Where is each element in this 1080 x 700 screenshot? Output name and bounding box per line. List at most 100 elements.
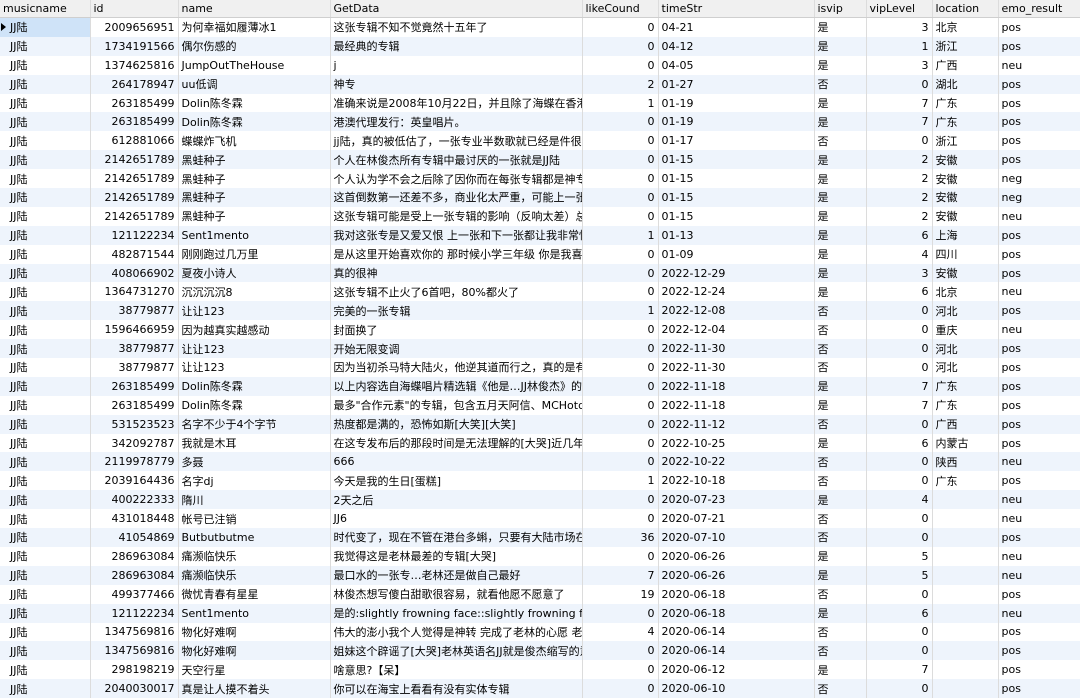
cell-viplevel[interactable]: 0 <box>866 679 933 699</box>
cell-musicname[interactable]: JJ陆 <box>0 301 91 321</box>
cell-isvip[interactable]: 是 <box>814 17 867 37</box>
cell-viplevel[interactable]: 0 <box>866 509 933 529</box>
cell-location[interactable]: 陕西 <box>932 452 999 472</box>
cell-name[interactable]: 痛濒临快乐 <box>178 546 331 566</box>
cell-likecound[interactable]: 0 <box>582 36 659 56</box>
cell-id[interactable]: 121122234 <box>90 603 179 623</box>
column-header-likecound[interactable]: likeCound <box>582 0 659 18</box>
cell-musicname[interactable]: JJ陆 <box>0 358 91 377</box>
cell-location[interactable]: 安徽 <box>932 188 999 207</box>
cell-musicname[interactable]: JJ陆 <box>0 93 91 113</box>
cell-timestr[interactable]: 2022-10-22 <box>658 452 815 472</box>
cell-location[interactable] <box>932 565 999 585</box>
cell-viplevel[interactable]: 0 <box>866 320 933 340</box>
cell-timestr[interactable]: 2020-06-14 <box>658 641 815 661</box>
cell-location[interactable]: 内蒙古 <box>932 433 999 453</box>
cell-viplevel[interactable]: 2 <box>866 188 933 207</box>
cell-emo-result[interactable]: neg <box>998 169 1080 189</box>
cell-id[interactable]: 298198219 <box>90 660 179 680</box>
cell-musicname[interactable]: JJ陆 <box>0 244 91 264</box>
cell-viplevel[interactable]: 5 <box>866 546 933 566</box>
cell-viplevel[interactable]: 7 <box>866 112 933 132</box>
cell-isvip[interactable]: 是 <box>814 376 867 396</box>
data-grid[interactable]: musicname id name GetData likeCound time… <box>0 0 1080 700</box>
cell-id[interactable]: 342092787 <box>90 433 179 453</box>
cell-likecound[interactable]: 4 <box>582 622 659 642</box>
cell-viplevel[interactable]: 4 <box>866 490 933 510</box>
cell-likecound[interactable]: 0 <box>582 603 659 623</box>
cell-likecound[interactable]: 0 <box>582 206 659 226</box>
cell-emo-result[interactable]: neu <box>998 282 1080 302</box>
cell-isvip[interactable]: 是 <box>814 244 867 264</box>
cell-id[interactable]: 264178947 <box>90 74 179 94</box>
cell-likecound[interactable]: 1 <box>582 93 659 113</box>
cell-likecound[interactable]: 0 <box>582 395 659 415</box>
cell-id[interactable]: 1364731270 <box>90 282 179 302</box>
cell-id[interactable]: 1596466959 <box>90 320 179 340</box>
cell-musicname[interactable]: JJ陆 <box>0 395 91 415</box>
cell-id[interactable]: 38779877 <box>90 339 179 359</box>
cell-musicname[interactable]: JJ陆 <box>0 188 91 207</box>
cell-musicname[interactable]: JJ陆 <box>0 414 91 434</box>
cell-getdata[interactable]: 最多"合作元素"的专辑，包含五月天阿信、MCHotdog <box>330 395 583 415</box>
cell-location[interactable]: 浙江 <box>932 131 999 151</box>
column-header-isvip[interactable]: isvip <box>814 0 867 18</box>
cell-isvip[interactable]: 否 <box>814 528 867 547</box>
table-row[interactable]: JJ陆 1596466959 因为越真实越感动 封面换了 0 2022-12-04 否 0 重庆… <box>0 320 1080 340</box>
cell-isvip[interactable]: 是 <box>814 546 867 566</box>
cell-musicname[interactable]: JJ陆 <box>0 282 91 302</box>
cell-emo-result[interactable]: pos <box>998 584 1080 604</box>
cell-emo-result[interactable]: pos <box>998 679 1080 699</box>
cell-viplevel[interactable]: 6 <box>866 225 933 245</box>
cell-getdata[interactable]: 666 <box>330 452 583 472</box>
cell-id[interactable]: 2142651789 <box>90 188 179 207</box>
table-row[interactable]: JJ陆 121122234 Sent1mento 我对这张专是又爱又恨 上一张和下一张… <box>0 225 1080 245</box>
cell-isvip[interactable]: 是 <box>814 282 867 302</box>
cell-name[interactable]: 让让123 <box>178 301 331 321</box>
cell-likecound[interactable]: 0 <box>582 188 659 207</box>
cell-name[interactable]: 刚刚跑过几万里 <box>178 244 331 264</box>
cell-timestr[interactable]: 01-27 <box>658 74 815 94</box>
cell-timestr[interactable]: 01-15 <box>658 188 815 207</box>
cell-musicname[interactable]: JJ陆 <box>0 74 91 94</box>
cell-viplevel[interactable]: 0 <box>866 131 933 151</box>
cell-name[interactable]: 偶尔伤感的 <box>178 36 331 56</box>
cell-isvip[interactable]: 是 <box>814 263 867 283</box>
table-row[interactable]: JJ陆 2009656951 为何幸福如履薄冰1 这张专辑不知不觉竟然十五年了 0 04-… <box>0 17 1080 37</box>
table-row[interactable]: JJ陆 2142651789 黑蛙种子 个人在林俊杰所有专辑中最讨厌的一张就是JJ陆 0… <box>0 150 1080 170</box>
cell-likecound[interactable]: 0 <box>582 339 659 359</box>
cell-location[interactable]: 北京 <box>932 282 999 302</box>
cell-id[interactable]: 2009656951 <box>90 17 179 37</box>
cell-likecound[interactable]: 0 <box>582 169 659 189</box>
cell-isvip[interactable]: 是 <box>814 490 867 510</box>
cell-likecound[interactable]: 0 <box>582 282 659 302</box>
cell-viplevel[interactable]: 3 <box>866 17 933 37</box>
cell-getdata[interactable]: JJ6 <box>330 509 583 529</box>
cell-timestr[interactable]: 2020-06-10 <box>658 679 815 699</box>
cell-emo-result[interactable]: pos <box>998 339 1080 359</box>
cell-getdata[interactable]: 这首倒数第一还差不多，商业化太严重，可能上一张专 <box>330 188 583 207</box>
cell-musicname[interactable]: JJ陆 <box>0 263 91 283</box>
table-row[interactable]: JJ陆 342092787 我就是木耳 在这专发布后的那段时间是无法理解的[大哭]近几… <box>0 433 1080 453</box>
cell-id[interactable]: 38779877 <box>90 358 179 377</box>
cell-isvip[interactable]: 是 <box>814 93 867 113</box>
column-header-timestr[interactable]: timeStr <box>658 0 815 18</box>
cell-likecound[interactable]: 0 <box>582 55 659 75</box>
cell-timestr[interactable]: 2022-10-18 <box>658 471 815 491</box>
cell-getdata[interactable]: 林俊杰想写傻白甜歌很容易，就看他愿不愿意了 <box>330 584 583 604</box>
cell-name[interactable]: 让让123 <box>178 358 331 377</box>
cell-likecound[interactable]: 0 <box>582 263 659 283</box>
cell-musicname[interactable]: JJ陆 <box>0 131 91 151</box>
column-header-viplevel[interactable]: vipLevel <box>866 0 933 18</box>
cell-viplevel[interactable]: 0 <box>866 74 933 94</box>
cell-id[interactable]: 1374625816 <box>90 55 179 75</box>
table-row[interactable]: JJ陆 41054869 Butbutbutme 时代变了，现在不管在港台多蝌，只要有… <box>0 528 1080 547</box>
column-header-musicname[interactable]: musicname <box>0 0 91 18</box>
cell-likecound[interactable]: 0 <box>582 376 659 396</box>
cell-emo-result[interactable]: neu <box>998 206 1080 226</box>
cell-getdata[interactable]: 港澳代理发行：英皇唱片。 <box>330 112 583 132</box>
cell-timestr[interactable]: 2022-12-04 <box>658 320 815 340</box>
cell-likecound[interactable]: 0 <box>582 679 659 699</box>
table-row[interactable]: JJ陆 286963084 痛濒临快乐 最口水的一张专…老林还是做自己最好 7 2020-… <box>0 565 1080 585</box>
cell-getdata[interactable]: 这张专辑不止火了6首吧，80%都火了 <box>330 282 583 302</box>
